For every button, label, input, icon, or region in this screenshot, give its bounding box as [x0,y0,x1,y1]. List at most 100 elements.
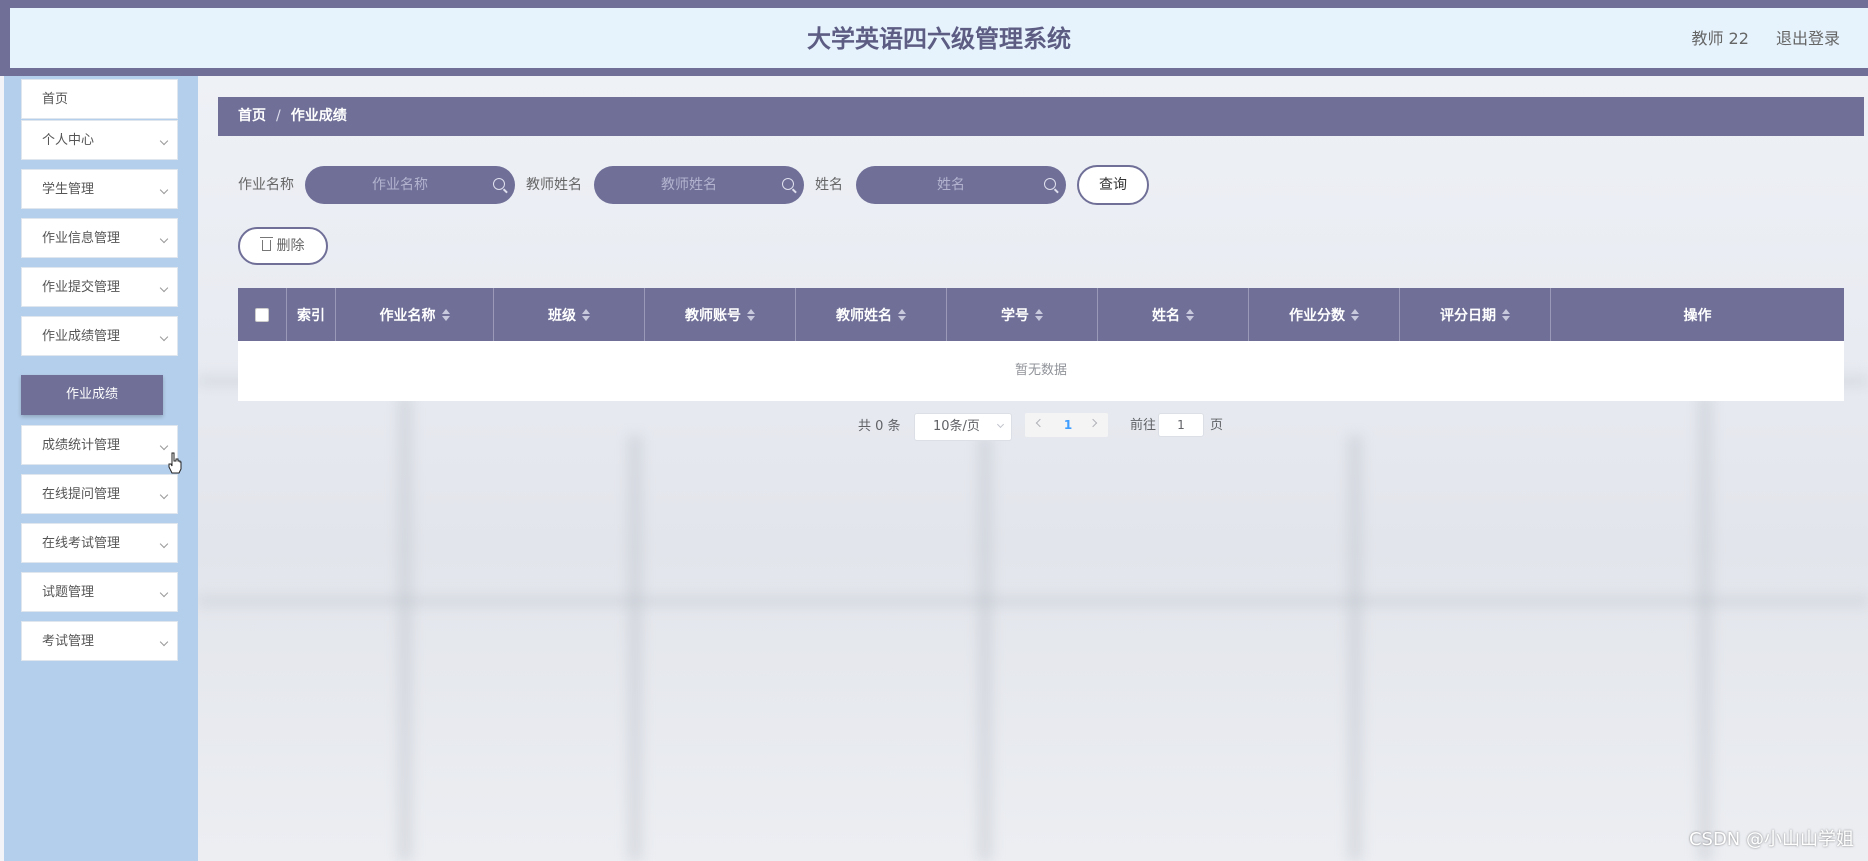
sort-icon[interactable] [441,308,450,321]
hand-cursor-icon [168,452,182,474]
sort-icon[interactable] [1186,308,1194,321]
sidebar-item-label: 成绩统计管理 [42,438,121,453]
column-header-label: 作业分数 [1289,307,1345,324]
sidebar-item-home[interactable]: 首页 [21,79,178,119]
sidebar-item-label: 在线提问管理 [42,487,121,502]
page-size-value: 10条/页 [933,419,980,434]
sidebar-item-label: 作业信息管理 [42,231,121,246]
background-decor [1348,436,1362,861]
sidebar-item-personal-center[interactable]: 个人中心 [21,120,178,160]
chevron-down-icon [159,317,169,357]
chevron-down-icon [159,219,169,259]
sort-icon[interactable] [747,308,755,321]
column-header-class[interactable]: 班级 [494,288,645,341]
breadcrumb: 首页 / 作业成绩 [218,97,1864,136]
sidebar-item-question-bank[interactable]: 试题管理 [21,572,178,612]
homework-name-input[interactable] [305,166,515,204]
breadcrumb-separator: / [276,108,281,124]
sort-icon[interactable] [582,308,590,321]
prev-page-icon[interactable] [1035,418,1045,428]
goto-label: 前往 [1130,418,1157,433]
chevron-down-icon [159,268,169,308]
delete-button-label: 删除 [276,238,305,254]
search-icon [493,178,505,190]
table-empty-text: 暂无数据 [1014,363,1067,378]
query-button[interactable]: 查询 [1077,165,1149,205]
chevron-down-icon [159,121,169,161]
user-name: 教师 22 [1691,29,1749,48]
sort-icon[interactable] [1502,308,1510,321]
pagination-total: 共 0 条 [858,419,901,434]
next-page-icon[interactable] [1088,418,1098,428]
column-header-name[interactable]: 姓名 [1098,288,1249,341]
delete-button[interactable]: 删除 [238,227,328,265]
table-header: 索引 作业名称 班级 教师账号 教师姓名 学号 姓名 作业分数 评分日期 操作 [238,288,1844,341]
chevron-down-icon [159,426,169,466]
sidebar-item-homework-submit[interactable]: 作业提交管理 [21,267,178,307]
sort-icon[interactable] [1351,308,1359,321]
chevron-down-icon [159,524,169,564]
sidebar-subitem-homework-score[interactable]: 作业成绩 [21,375,163,415]
goto-page-input[interactable] [1158,413,1204,437]
column-header-label: 评分日期 [1440,307,1496,324]
column-header-label: 索引 [297,307,325,324]
background-decor [628,436,642,861]
trash-icon [259,237,273,251]
sidebar-item-label: 学生管理 [42,182,95,197]
goto-suffix: 页 [1210,418,1224,433]
search-icon [782,178,794,190]
sidebar-item-online-exam[interactable]: 在线考试管理 [21,523,178,563]
sidebar-item-label: 作业成绩管理 [42,329,121,344]
watermark: CSDN @小山山学姐 [1688,829,1854,850]
sidebar-item-label: 在线考试管理 [42,536,121,551]
search-icon [1044,178,1056,190]
column-header-label: 班级 [548,307,576,324]
homework-name-label: 作业名称 [238,177,294,193]
chevron-down-icon [159,170,169,210]
sort-icon[interactable] [1035,308,1043,321]
header: 大学英语四六级管理系统 教师 22 退出登录 [10,8,1868,68]
column-header-teacher-account[interactable]: 教师账号 [645,288,796,341]
background-decor [978,436,992,861]
pagination-nav: 1 [1025,413,1108,437]
background-decor [398,396,412,861]
sort-icon[interactable] [898,308,906,321]
column-header-student-id[interactable]: 学号 [947,288,1098,341]
sidebar-item-exam-management[interactable]: 考试管理 [21,621,178,661]
sidebar-item-score-stats[interactable]: 成绩统计管理 [21,425,178,465]
sidebar-item-student-management[interactable]: 学生管理 [21,169,178,209]
chevron-down-icon [159,573,169,613]
column-header-label: 教师账号 [685,307,741,324]
sidebar-item-online-questions[interactable]: 在线提问管理 [21,474,178,514]
column-header-homework-name[interactable]: 作业名称 [336,288,494,341]
column-header-actions: 操作 [1551,288,1844,341]
page-number[interactable]: 1 [1058,413,1078,437]
teacher-name-label: 教师姓名 [526,177,582,193]
name-input[interactable] [856,166,1066,204]
select-all-cell [238,288,287,341]
column-header-index: 索引 [287,288,336,341]
background-decor [1698,396,1712,861]
column-header-teacher-name[interactable]: 教师姓名 [796,288,947,341]
column-header-score[interactable]: 作业分数 [1249,288,1400,341]
teacher-name-input[interactable] [594,166,804,204]
breadcrumb-home[interactable]: 首页 [238,108,266,124]
column-header-label: 操作 [1683,307,1712,324]
sidebar-item-homework-score[interactable]: 作业成绩管理 [21,316,178,356]
sidebar-item-label: 试题管理 [42,585,95,600]
select-all-checkbox[interactable] [255,307,269,322]
app-title: 大学英语四六级管理系统 [807,25,1071,53]
user-area: 教师 22 退出登录 [1669,8,1840,68]
sidebar-item-label: 个人中心 [42,133,95,148]
sidebar-item-label: 首页 [42,92,69,107]
name-label: 姓名 [815,177,843,193]
column-header-grade-date[interactable]: 评分日期 [1400,288,1551,341]
column-header-label: 姓名 [1152,307,1180,324]
chevron-down-icon [159,622,169,662]
logout-link[interactable]: 退出登录 [1776,29,1840,48]
sidebar-item-label: 考试管理 [42,634,95,649]
background-decor [198,596,1868,606]
column-header-label: 作业名称 [379,307,436,324]
page-size-select[interactable]: 10条/页 [914,413,1012,441]
sidebar-item-homework-info[interactable]: 作业信息管理 [21,218,178,258]
